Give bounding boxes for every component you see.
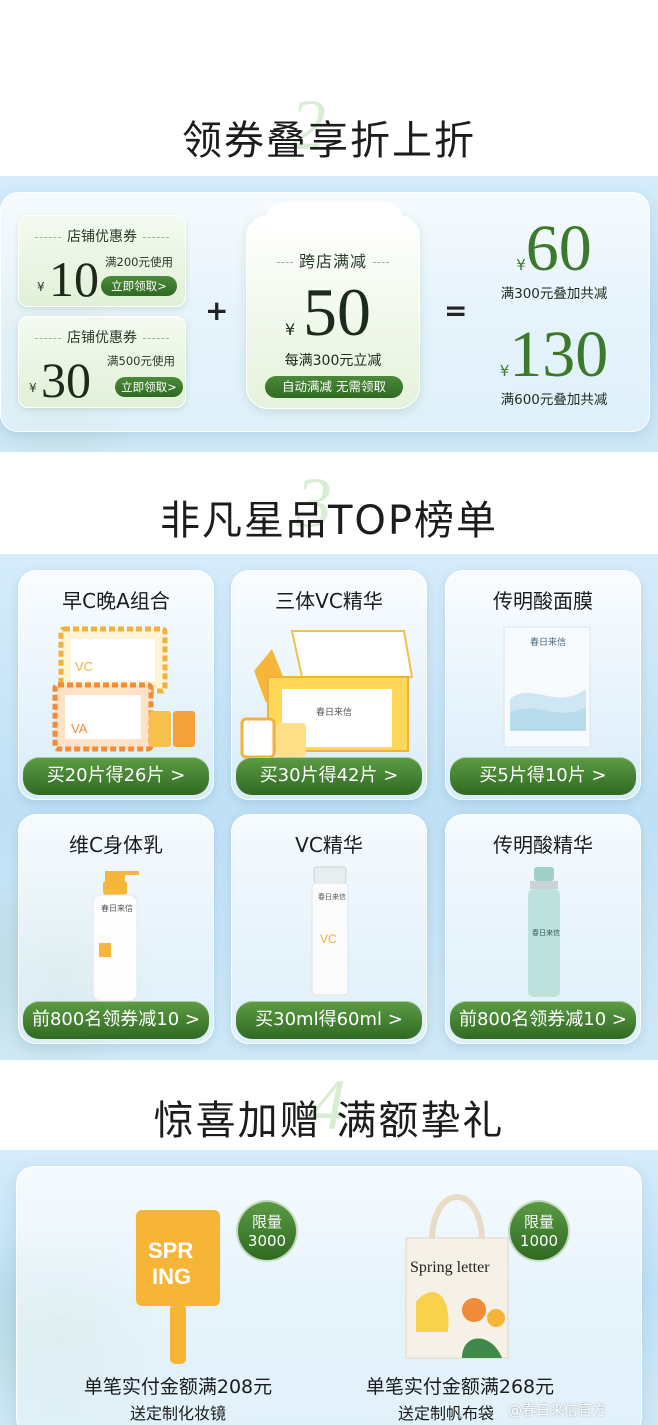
result-yen: ¥ <box>516 256 526 274</box>
cross-store-yen: ¥ <box>285 320 296 339</box>
result-text: 满300元叠加共减 <box>500 286 608 302</box>
claim-coupon-button[interactable]: 立即领取> <box>101 276 177 296</box>
section-title-top-products: 非凡星品TOP榜单 <box>159 498 499 544</box>
va-label: VA <box>71 721 88 736</box>
product-card-tranexamic-essence[interactable]: 传明酸精华 春日来信 前800名领券减10 > <box>445 814 641 1044</box>
brand-label: 春日来信 <box>530 636 566 648</box>
product-name: 早C晚A组合 <box>62 589 170 613</box>
result-text: 满600元叠加共减 <box>500 392 608 408</box>
cross-store-condition: 每满300元立减 <box>284 353 382 369</box>
coupon-yen: ¥ <box>29 381 37 395</box>
vc-box-set-image: 春日来信 <box>240 630 414 759</box>
offer-button[interactable]: 买30ml得60ml > <box>236 1001 422 1039</box>
store-coupon-30[interactable]: 店铺优惠券 ¥ 30 满500元使用 立即领取> <box>18 316 186 408</box>
badge-label: 限量 <box>251 1213 282 1231</box>
badge-label: 限量 <box>523 1213 554 1231</box>
brand-label: 春日来信 <box>316 706 352 718</box>
product-card-tranexamic-mask[interactable]: 传明酸面膜 春日来信 买5片得10片 > <box>445 570 641 800</box>
cross-store-amount: 50 <box>303 274 371 350</box>
stacked-discount-60: ¥60 满300元叠加共减 <box>484 216 624 303</box>
plus-sign: + <box>205 294 229 327</box>
badge-count: 3000 <box>247 1232 287 1250</box>
product-name: 维C身体乳 <box>69 833 163 857</box>
offer-button[interactable]: 买30片得42片 > <box>236 757 422 795</box>
bag-label: Spring letter <box>410 1259 490 1276</box>
result-amount: 130 <box>509 318 609 391</box>
brand-label: 春日来信 <box>101 903 133 913</box>
section-title-gifts: 惊喜加赠 满额挚礼 <box>153 1098 505 1144</box>
brand-label: 春日来信 <box>318 892 346 901</box>
result-amount: 60 <box>525 212 592 285</box>
offer-button[interactable]: 前800名领券减10 > <box>23 1001 209 1039</box>
store-coupon-10[interactable]: 店铺优惠券 ¥ 10 满200元使用 立即领取> <box>18 215 186 307</box>
custom-tote-bag-image: Spring letter <box>405 1194 509 1359</box>
auto-discount-label: 自动满减 无需领取 <box>265 376 403 398</box>
equals-sign: = <box>444 294 468 327</box>
gift2-condition: 单笔实付金额满268元 <box>365 1376 555 1398</box>
tranexamic-essence-bottle-image: 春日来信 <box>528 867 560 997</box>
limit-badge-3000: 限量 3000 <box>236 1200 298 1262</box>
coupon-title: 店铺优惠券 <box>19 327 185 347</box>
vc-label: VC <box>75 659 93 674</box>
watermark: @春日来信官方 <box>508 1403 606 1419</box>
svg-text:SPR: SPR <box>148 1238 193 1263</box>
body-lotion-bottle-image: 春日来信 <box>92 871 139 1002</box>
offer-button[interactable]: 前800名领券减10 > <box>450 1001 636 1039</box>
mask-box-image: 春日来信 <box>503 626 591 748</box>
card-tab <box>267 202 401 232</box>
coupon-yen: ¥ <box>37 280 45 294</box>
coupon-title: 店铺优惠券 <box>19 226 185 246</box>
product-card-c-a-combo[interactable]: 早C晚A组合 VC VA 买20片得26片 > <box>18 570 214 800</box>
vc-essence-bottle-image: VC 春日来信 <box>311 866 349 996</box>
gift1-condition: 单笔实付金额满208元 <box>83 1376 273 1398</box>
product-name: 传明酸面膜 <box>493 589 593 613</box>
limit-badge-1000: 限量 1000 <box>508 1200 570 1262</box>
cross-store-discount-card: 跨店满减 ¥ 50 每满300元立减 自动满减 无需领取 <box>246 202 420 409</box>
brand-label: 春日来信 <box>532 928 560 937</box>
section-title-coupons: 领券叠享折上折 <box>182 118 476 164</box>
result-yen: ¥ <box>499 362 510 380</box>
offer-button[interactable]: 买5片得10片 > <box>450 757 636 795</box>
product-card-vc-body-lotion[interactable]: 维C身体乳 春日来信 前800名领券减10 > <box>18 814 214 1044</box>
claim-coupon-button[interactable]: 立即领取> <box>115 377 183 397</box>
product-name: 三体VC精华 <box>275 589 383 613</box>
product-name: VC精华 <box>295 833 363 857</box>
svg-text:ING: ING <box>152 1264 191 1289</box>
custom-mirror-image: SPR ING <box>136 1210 220 1364</box>
product-card-vc-essence[interactable]: VC精华 VC 春日来信 买30ml得60ml > <box>231 814 427 1044</box>
coupon-condition: 满200元使用 <box>105 255 173 269</box>
coupon-condition: 满500元使用 <box>107 354 175 368</box>
cross-store-title: 跨店满减 <box>247 248 419 272</box>
coupon-amount: 30 <box>41 352 91 408</box>
coupon-amount: 10 <box>49 251 99 307</box>
product-card-vc-essence-set[interactable]: 三体VC精华 春日来信 买30片得42片 > <box>231 570 427 800</box>
vc-label: VC <box>320 932 337 946</box>
offer-button[interactable]: 买20片得26片 > <box>23 757 209 795</box>
vc-va-box-image: VC VA <box>52 626 195 752</box>
stacked-discount-130: ¥130 满600元叠加共减 <box>484 322 624 409</box>
product-name: 传明酸精华 <box>493 833 593 857</box>
badge-count: 1000 <box>519 1232 559 1250</box>
